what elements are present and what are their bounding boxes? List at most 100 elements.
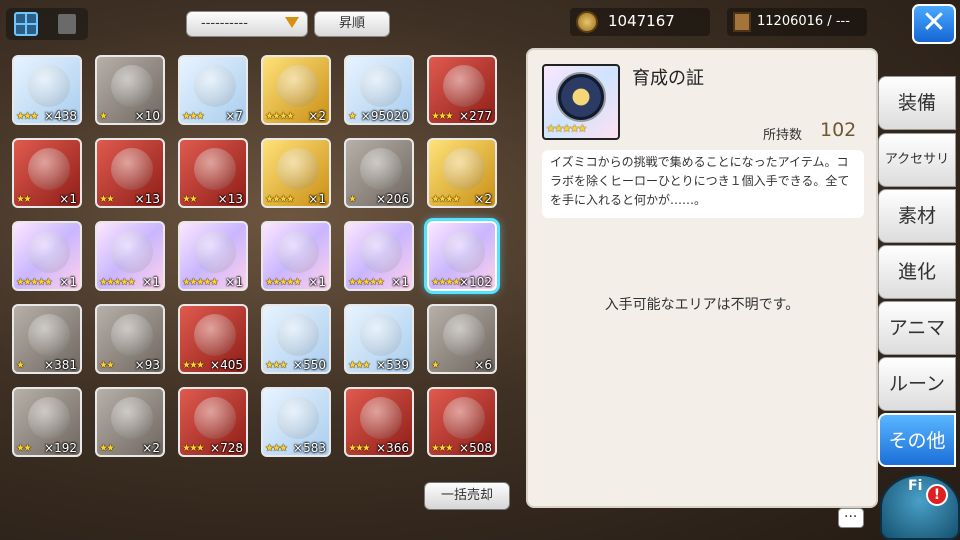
star-rating: ★★★: [431, 443, 454, 454]
star-rating: ★★: [99, 443, 115, 454]
tab-evolution[interactable]: 進化: [878, 245, 956, 299]
item-slot[interactable]: ★★★ ×438: [12, 55, 82, 125]
item-quantity: ×728: [210, 441, 243, 455]
item-icon: [111, 314, 153, 356]
item-icon: [443, 65, 485, 107]
item-slot[interactable]: ★★★ ×539: [344, 304, 414, 374]
item-slot[interactable]: ★★★★★ ×1: [344, 221, 414, 291]
item-slot[interactable]: ★★★ ×405: [178, 304, 248, 374]
item-slot[interactable]: ★★★ ×508: [427, 387, 497, 457]
close-button[interactable]: ✕: [912, 4, 956, 44]
item-quantity: ×277: [459, 109, 492, 123]
item-slot[interactable]: ★★ ×1: [12, 138, 82, 208]
item-slot[interactable]: ★★★★★ ×102: [427, 221, 497, 291]
ticket-icon: [733, 12, 751, 32]
star-rating: ★★★: [348, 360, 371, 371]
item-icon: [194, 397, 236, 439]
star-rating: ★★: [16, 443, 32, 454]
item-icon: [277, 65, 319, 107]
item-slot[interactable]: ★★ ×2: [95, 387, 165, 457]
star-rating: ★★★★: [265, 111, 295, 122]
item-slot[interactable]: ★★★★★ ×1: [12, 221, 82, 291]
mascot-label: Fi: [908, 478, 923, 494]
item-quantity: ×550: [293, 358, 326, 372]
tab-equipment[interactable]: 装備: [878, 76, 956, 130]
chevron-down-icon: [285, 17, 299, 28]
star-rating: ★★★: [431, 111, 454, 122]
item-icon: [277, 397, 319, 439]
item-icon: [194, 65, 236, 107]
item-quantity: ×7: [225, 109, 243, 123]
item-quantity: ×539: [376, 358, 409, 372]
item-slot[interactable]: ★ ×381: [12, 304, 82, 374]
tab-rune[interactable]: ルーン: [878, 357, 956, 411]
item-slot[interactable]: ★★★ ×277: [427, 55, 497, 125]
item-quantity: ×10: [134, 109, 160, 123]
item-slot[interactable]: ★★ ×13: [178, 138, 248, 208]
star-rating: ★★★★: [265, 194, 295, 205]
item-slot[interactable]: ★★★★★ ×1: [178, 221, 248, 291]
item-icon: [28, 397, 70, 439]
item-icon: [443, 397, 485, 439]
chat-icon[interactable]: [838, 505, 864, 528]
item-icon: [360, 65, 402, 107]
item-icon: [111, 148, 153, 190]
item-slot[interactable]: ★ ×206: [344, 138, 414, 208]
owned-count: 102: [820, 119, 857, 141]
item-slot[interactable]: ★★ ×93: [95, 304, 165, 374]
star-rating: ★★★: [182, 111, 205, 122]
star-rating: ★★★: [182, 443, 205, 454]
ticket-value: 11206016 / ---: [757, 14, 850, 29]
tab-accessory[interactable]: アクセサリ: [878, 133, 956, 187]
item-slot[interactable]: ★ ×6: [427, 304, 497, 374]
star-rating: ★★★: [265, 360, 288, 371]
item-slot[interactable]: ★★★★★ ×1: [95, 221, 165, 291]
item-slot[interactable]: ★★★★★ ×1: [261, 221, 331, 291]
item-icon: [194, 231, 236, 273]
item-icon: [360, 397, 402, 439]
item-icon: [443, 148, 485, 190]
item-slot[interactable]: ★★★ ×550: [261, 304, 331, 374]
detail-item-name: 育成の証: [632, 68, 704, 89]
star-rating: ★★★★★: [348, 277, 385, 288]
item-icon: [277, 314, 319, 356]
item-icon: [111, 397, 153, 439]
item-icon: [360, 148, 402, 190]
bulk-sell-button[interactable]: 一括売却: [424, 482, 510, 510]
owned-label: 所持数: [763, 128, 803, 143]
star-rating: ★★★: [182, 360, 205, 371]
item-icon: [111, 65, 153, 107]
item-slot[interactable]: ★★★★ ×1: [261, 138, 331, 208]
item-slot[interactable]: ★★ ×13: [95, 138, 165, 208]
item-icon: [28, 314, 70, 356]
star-rating: ★★★★★: [265, 277, 302, 288]
item-slot[interactable]: ★★★ ×7: [178, 55, 248, 125]
sort-order-button[interactable]: 昇順: [314, 11, 390, 37]
item-quantity: ×6: [474, 358, 492, 372]
item-icon: [28, 231, 70, 273]
item-slot[interactable]: ★ ×10: [95, 55, 165, 125]
item-icon: [277, 231, 319, 273]
item-icon: [443, 314, 485, 356]
item-quantity: ×405: [210, 358, 243, 372]
tab-materials[interactable]: 素材: [878, 189, 956, 243]
item-slot[interactable]: ★★★★ ×2: [261, 55, 331, 125]
item-slot[interactable]: ★★★ ×583: [261, 387, 331, 457]
item-quantity: ×192: [44, 441, 77, 455]
item-quantity: ×366: [376, 441, 409, 455]
item-slot[interactable]: ★★★ ×366: [344, 387, 414, 457]
list-view-icon[interactable]: [58, 14, 76, 34]
item-quantity: ×2: [474, 192, 492, 206]
item-slot[interactable]: ★★ ×192: [12, 387, 82, 457]
item-slot[interactable]: ★ ×95020: [344, 55, 414, 125]
item-icon: [360, 231, 402, 273]
tab-other[interactable]: その他: [878, 413, 956, 467]
medal-icon: [556, 72, 606, 122]
item-quantity: ×1: [59, 275, 77, 289]
grid-view-icon[interactable]: [14, 12, 38, 36]
tab-anima[interactable]: アニマ: [878, 301, 956, 355]
item-slot[interactable]: ★★★★ ×2: [427, 138, 497, 208]
gold-coin-icon: [576, 11, 598, 33]
item-slot[interactable]: ★★★ ×728: [178, 387, 248, 457]
acquisition-area-text: 入手可能なエリアは不明です。: [604, 297, 800, 313]
